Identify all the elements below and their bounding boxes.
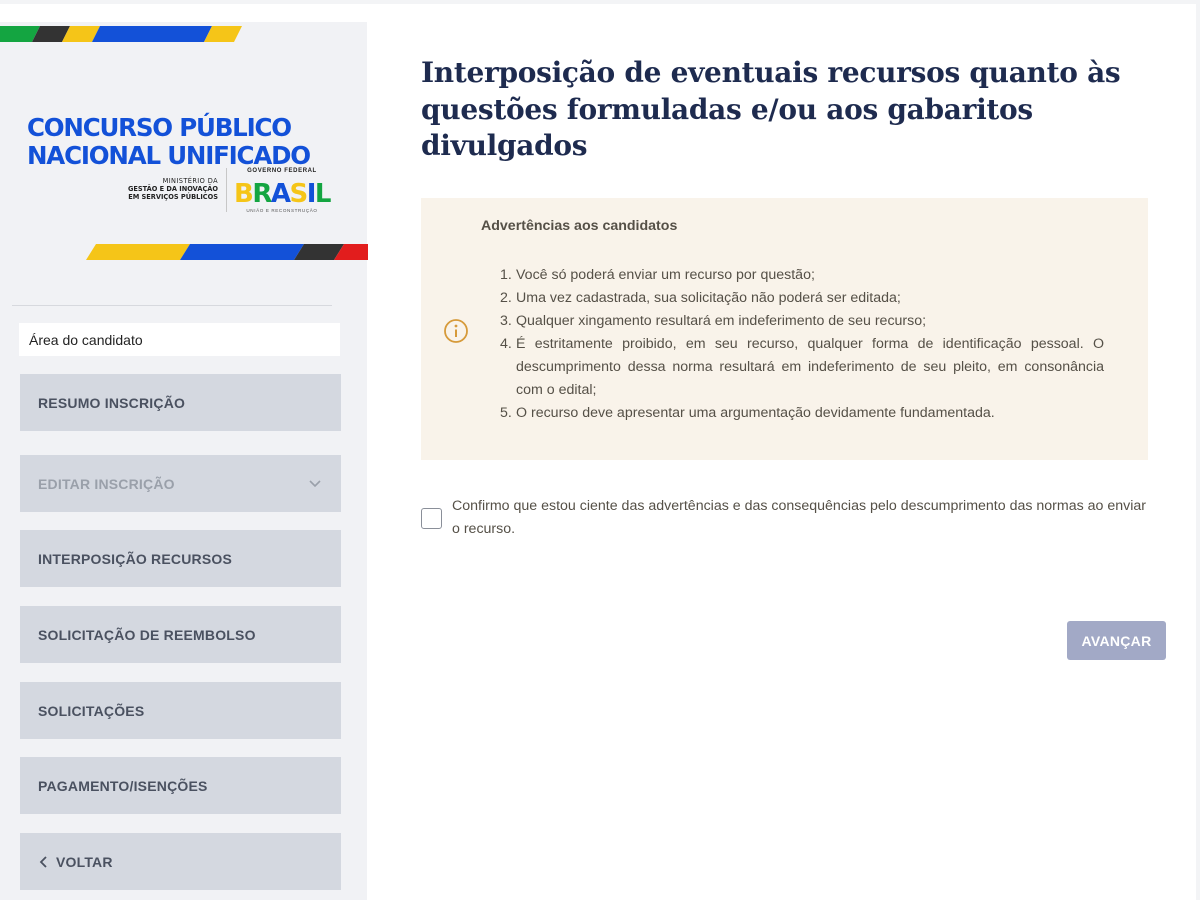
ministry-line2: GESTÃO E DA INOVAÇÃO (127, 185, 218, 193)
sidebar-item-label: PAGAMENTO/ISENÇÕES (38, 777, 208, 794)
warning-item-text: Qualquer xingamento resultará em indefer… (516, 313, 927, 329)
warning-item-text: Você só poderá enviar um recurso por que… (516, 267, 815, 283)
svg-text:BRASIL: BRASIL (234, 179, 331, 207)
gov-top-text: GOVERNO FEDERAL (247, 168, 317, 174)
warning-item-number: 5. (500, 405, 512, 421)
advance-button[interactable]: AVANÇAR (1067, 621, 1166, 660)
back-button[interactable]: VOLTAR (20, 833, 341, 890)
page-title: Interposição de eventuais recursos quant… (421, 56, 1121, 162)
warnings-title: Advertências aos candidatos (481, 218, 678, 234)
warning-item: 4. É estritamente proibido, em seu recurs… (481, 333, 1104, 402)
back-button-label: VOLTAR (56, 853, 113, 870)
warning-item-text: O recurso deve apresentar uma argumentaç… (516, 405, 995, 421)
warnings-list: 1. Você só poderá enviar um recurso por q… (481, 264, 1104, 425)
warning-item-number: 3. (500, 313, 512, 329)
warning-item: 2. Uma vez cadastrada, sua solicitação nã… (481, 287, 1104, 310)
ministry-line3: EM SERVIÇOS PÚBLICOS (128, 193, 218, 201)
sidebar-item-pagamento-isencoes[interactable]: PAGAMENTO/ISENÇÕES (20, 757, 341, 814)
brand-title: CONCURSO PÚBLICO NACIONAL UNIFICADO (27, 114, 347, 170)
brand-title-line2: NACIONAL UNIFICADO (27, 141, 311, 170)
ministry-name: MINISTÉRIO DA GESTÃO E DA INOVAÇÃO EM SE… (98, 177, 218, 201)
sidebar-item-editar-inscricao[interactable]: EDITAR INSCRIÇÃO (20, 455, 341, 512)
confirm-label[interactable]: Confirmo que estou ciente das advertênci… (452, 495, 1152, 541)
warning-item: 3. Qualquer xingamento resultará em indef… (481, 310, 1104, 333)
gov-slogan: UNIÃO E RECONSTRUÇÃO (246, 208, 318, 213)
confirm-checkbox[interactable] (421, 508, 442, 529)
info-icon (444, 319, 468, 343)
sidebar-item-solicitacao-reembolso[interactable]: SOLICITAÇÃO DE REEMBOLSO (20, 606, 341, 663)
warning-item-number: 4. (500, 336, 512, 352)
sidebar-separator (12, 305, 332, 306)
warning-item: 1. Você só poderá enviar um recurso por q… (481, 264, 1104, 287)
sidebar-item-label: INTERPOSIÇÃO RECURSOS (38, 550, 232, 567)
warning-item-number: 1. (500, 267, 512, 283)
warning-item: 5. O recurso deve apresentar uma argument… (481, 402, 1104, 425)
warnings-box: Advertências aos candidatos 1. Você só po… (421, 198, 1148, 460)
candidate-area-label: Área do candidato (19, 323, 340, 356)
chevron-left-icon (39, 855, 47, 868)
government-logo: GOVERNO FEDERAL BRASIL UNIÃO E RECONSTRU… (232, 168, 336, 218)
sidebar-item-label: RESUMO INSCRIÇÃO (38, 394, 186, 411)
chevron-down-icon (309, 480, 321, 488)
warning-item-text: Uma vez cadastrada, sua solicitação não … (516, 290, 901, 306)
warning-item-number: 2. (500, 290, 512, 306)
sidebar-item-solicitacoes[interactable]: SOLICITAÇÕES (20, 682, 341, 739)
sidebar-item-interposicao-recursos[interactable]: INTERPOSIÇÃO RECURSOS (20, 530, 341, 587)
sidebar-item-label: SOLICITAÇÃO DE REEMBOLSO (38, 626, 256, 643)
brasil-logo-icon: BRASIL (234, 179, 332, 207)
sidebar-item-label: EDITAR INSCRIÇÃO (38, 475, 175, 492)
sidebar-item-label: SOLICITAÇÕES (38, 702, 145, 719)
sidebar-item-resumo-inscricao[interactable]: RESUMO INSCRIÇÃO (20, 374, 341, 431)
brand-divider (226, 168, 227, 212)
ministry-line1: MINISTÉRIO DA (162, 177, 218, 185)
warning-item-text: É estritamente proibido, em seu recurso,… (516, 336, 1104, 398)
brand-title-line1: CONCURSO PÚBLICO (27, 113, 292, 142)
